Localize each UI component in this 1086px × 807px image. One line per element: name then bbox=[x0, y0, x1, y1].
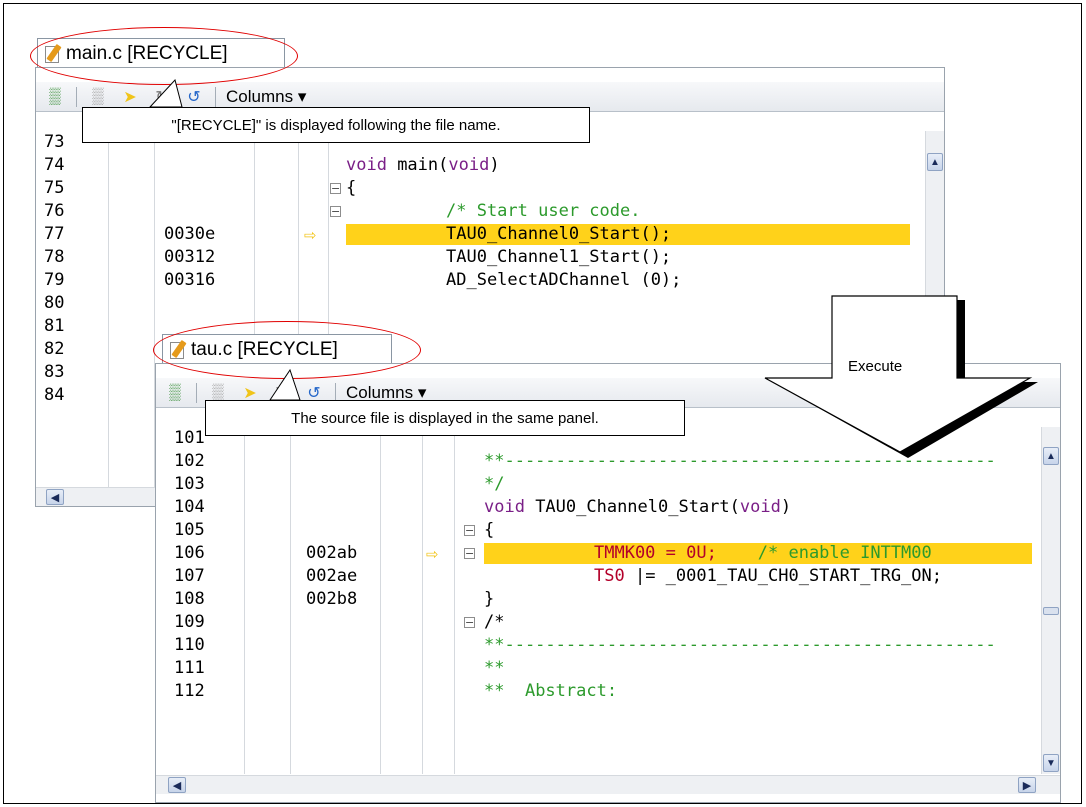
callout-recycle-note: "[RECYCLE]" is displayed following the f… bbox=[82, 107, 590, 143]
callout-panel-note: The source file is displayed in the same… bbox=[205, 400, 685, 436]
callout-pointer bbox=[269, 368, 301, 401]
execute-label: Execute bbox=[848, 358, 903, 375]
callout-pointer bbox=[148, 78, 183, 108]
